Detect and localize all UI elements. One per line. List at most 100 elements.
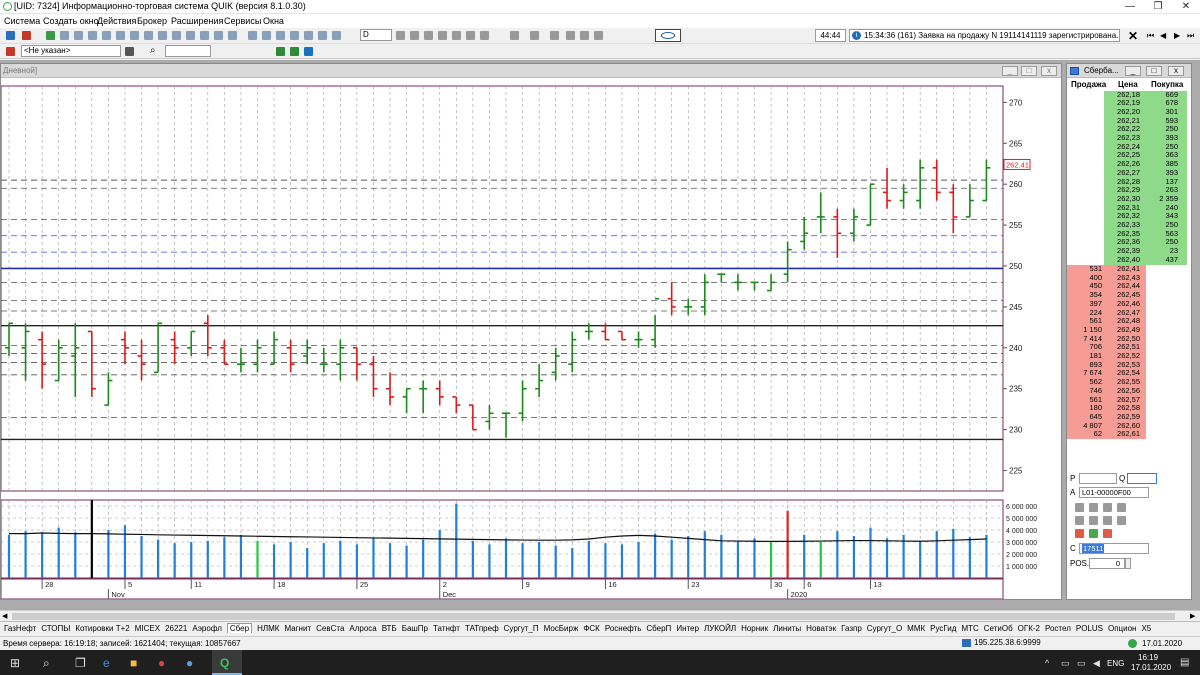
interval-select[interactable]: D <box>360 29 392 41</box>
tab-33[interactable]: POLUS <box>1076 624 1103 633</box>
tab-27[interactable]: ММК <box>907 624 925 633</box>
order-btn-1[interactable] <box>1075 503 1084 512</box>
scroll-left-icon[interactable]: ◀ <box>2 612 7 620</box>
portfolio-icon[interactable] <box>200 31 209 40</box>
eraser-icon[interactable] <box>580 31 589 40</box>
tab-13[interactable]: Татнфт <box>433 624 460 633</box>
tab-9[interactable]: СевСта <box>316 624 344 633</box>
order-btn-2[interactable] <box>1089 503 1098 512</box>
limits-icon[interactable] <box>144 31 153 40</box>
sell-order-icon[interactable] <box>1075 529 1084 538</box>
import-icon[interactable] <box>276 31 285 40</box>
menu-actions[interactable]: Действия <box>97 16 136 26</box>
tab-4[interactable]: 26221 <box>165 624 187 633</box>
tab-34[interactable]: Опцион <box>1108 624 1136 633</box>
messages-icon[interactable] <box>172 31 181 40</box>
tab-8[interactable]: Магнит <box>284 624 311 633</box>
close-message-icon[interactable]: ✕ <box>1128 29 1138 43</box>
hand-icon[interactable] <box>480 31 489 40</box>
tray-up-icon[interactable]: ^ <box>1045 658 1049 668</box>
stop-order-icon[interactable] <box>214 31 223 40</box>
last-message-icon[interactable]: ⏭ <box>1187 31 1194 41</box>
account-select[interactable]: <Не указан> <box>21 45 121 57</box>
export-icon[interactable] <box>262 31 271 40</box>
order-btn-3[interactable] <box>1103 503 1112 512</box>
app-icon-1[interactable]: ● <box>158 656 165 670</box>
message-bar[interactable]: i 15:34:36 (161) Заявка на продажу N 191… <box>849 29 1120 42</box>
clock-time[interactable]: 16:19 <box>1138 653 1158 662</box>
price-input[interactable] <box>1079 473 1117 484</box>
client-dropdown[interactable]: 17511 <box>1079 543 1149 554</box>
orderbook-caption[interactable]: Сберба... _ □ x <box>1067 64 1191 78</box>
tab-11[interactable]: ВТБ <box>382 624 397 633</box>
notifications-icon[interactable]: ▤ <box>1180 657 1189 668</box>
tab-7[interactable]: НЛМК <box>257 624 279 633</box>
price-chart[interactable]: 225230235240245250255260265270262.411 00… <box>1 78 1061 599</box>
ob-maximize-button[interactable]: □ <box>1146 66 1162 76</box>
account-dropdown[interactable]: L01-00000F00 <box>1079 487 1149 498</box>
alerts-icon[interactable] <box>186 31 195 40</box>
cancel-order-icon[interactable] <box>22 31 31 40</box>
tab-23[interactable]: Линиты <box>773 624 801 633</box>
lock-icon[interactable] <box>332 31 341 40</box>
account-settings-icon[interactable] <box>125 47 134 56</box>
edge-icon[interactable]: e <box>103 656 110 670</box>
refresh-icon[interactable] <box>466 31 475 40</box>
maximize-button[interactable]: ❐ <box>1144 0 1172 14</box>
bid-qty-cell[interactable]: 437 <box>1146 255 1187 265</box>
tab-35[interactable]: Х5 <box>1141 624 1151 633</box>
task-view-icon[interactable]: ❐ <box>75 656 86 670</box>
ask-price-cell[interactable]: 262,61 <box>1104 430 1146 439</box>
tab-12[interactable]: БашПр <box>402 624 428 633</box>
menu-broker[interactable]: Брокер <box>137 16 167 26</box>
chart-window-caption[interactable]: Дневной] _ □ x <box>1 64 1061 78</box>
menu-extensions[interactable]: Расширения <box>171 16 223 26</box>
tab-18[interactable]: Роснефть <box>605 624 642 633</box>
search-input[interactable] <box>165 45 211 57</box>
prev-message-icon[interactable]: ◀ <box>1160 31 1166 40</box>
cancel-all-icon[interactable] <box>1103 529 1112 538</box>
tab-2[interactable]: Котировки Т+2 <box>75 624 129 633</box>
keyboard-lang[interactable]: ENG <box>1107 659 1124 668</box>
order-btn-6[interactable] <box>1089 516 1098 525</box>
book-icon[interactable] <box>290 47 299 56</box>
next-message-icon[interactable]: ▶ <box>1174 31 1180 40</box>
close-button[interactable]: ✕ <box>1172 0 1200 14</box>
tab-16[interactable]: МосБирж <box>544 624 579 633</box>
trades-icon[interactable] <box>116 31 125 40</box>
tray-icon-2[interactable]: ▭ <box>1077 658 1086 669</box>
tab-30[interactable]: СетиОб <box>984 624 1013 633</box>
explorer-icon[interactable]: ■ <box>130 656 137 670</box>
menu-system[interactable]: Система <box>4 16 40 26</box>
bid-qty-cell[interactable]: 250 <box>1146 238 1187 248</box>
clock-date[interactable]: 17.01.2020 <box>1131 663 1171 672</box>
tab-10[interactable]: Алроса <box>349 624 376 633</box>
filter-icon[interactable] <box>304 31 313 40</box>
tab-3[interactable]: MICEX <box>135 624 160 633</box>
tab-22[interactable]: Норник <box>741 624 768 633</box>
tab-1[interactable]: СТОПЫ <box>41 624 70 633</box>
tab-14[interactable]: ТАТпреф <box>465 624 499 633</box>
buy-order-icon[interactable] <box>1089 529 1098 538</box>
tab-26[interactable]: Сургут_О <box>867 624 902 633</box>
order-btn-7[interactable] <box>1103 516 1112 525</box>
tab-19[interactable]: СберП <box>646 624 671 633</box>
tab-5[interactable]: Аэрофл <box>192 624 222 633</box>
table-icon[interactable] <box>60 31 69 40</box>
tab-15[interactable]: Сургут_П <box>504 624 539 633</box>
chart-maximize-button[interactable]: □ <box>1021 66 1037 76</box>
news-icon[interactable] <box>158 31 167 40</box>
move-icon[interactable] <box>410 31 419 40</box>
gear-icon[interactable] <box>304 47 313 56</box>
chart-minimize-button[interactable]: _ <box>1002 66 1018 76</box>
search-icon[interactable]: ⌕ <box>150 45 156 56</box>
order-btn-8[interactable] <box>1117 516 1126 525</box>
crosshair-icon[interactable] <box>396 31 405 40</box>
tab-17[interactable]: ФСК <box>583 624 600 633</box>
menu-services[interactable]: Сервисы <box>224 16 261 26</box>
orders-icon[interactable] <box>102 31 111 40</box>
tab-31[interactable]: ОГК-2 <box>1018 624 1040 633</box>
qty-input[interactable] <box>1127 473 1157 484</box>
scroll-thumb[interactable] <box>12 613 1175 620</box>
arrow-tool-icon[interactable] <box>550 31 559 40</box>
